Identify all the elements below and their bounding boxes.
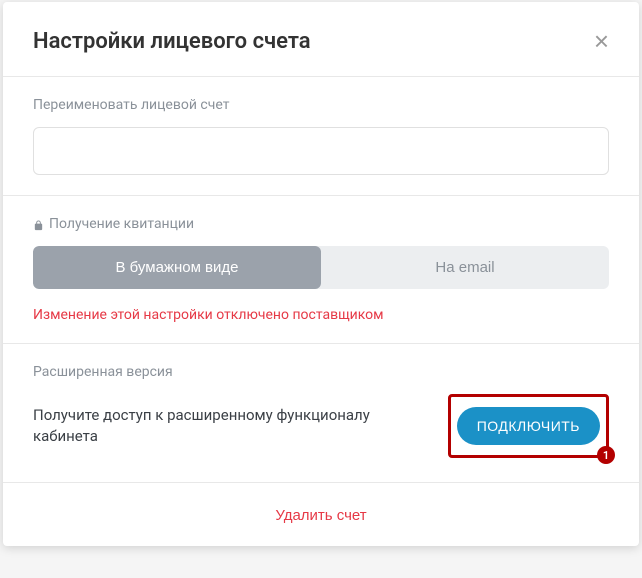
modal-title: Настройки лицевого счета bbox=[33, 29, 311, 54]
rename-label: Переименовать лицевой счет bbox=[33, 97, 609, 113]
account-settings-modal: Настройки лицевого счета × Переименовать… bbox=[3, 2, 639, 546]
receipt-toggle: В бумажном виде На email bbox=[33, 246, 609, 289]
lock-icon bbox=[33, 219, 43, 229]
extended-section: Расширенная версия Получите доступ к рас… bbox=[3, 343, 639, 482]
modal-header: Настройки лицевого счета × bbox=[3, 2, 639, 76]
close-button[interactable]: × bbox=[594, 28, 609, 54]
receipt-label: Получение квитанции bbox=[33, 216, 609, 232]
receipt-warning: Изменение этой настройки отключено поста… bbox=[33, 307, 609, 323]
receipt-section: Получение квитанции В бумажном виде На e… bbox=[3, 195, 639, 343]
delete-account-link[interactable]: Удалить счет bbox=[275, 507, 366, 524]
extended-description: Получите доступ к расширенному функциона… bbox=[33, 405, 432, 447]
rename-section: Переименовать лицевой счет bbox=[3, 76, 639, 195]
rename-input[interactable] bbox=[33, 127, 609, 175]
connect-highlight-box: ПОДКЛЮЧИТЬ 1 bbox=[448, 394, 609, 458]
close-icon: × bbox=[594, 26, 609, 56]
receipt-label-text: Получение квитанции bbox=[49, 216, 194, 232]
annotation-badge: 1 bbox=[597, 446, 615, 464]
extended-label: Расширенная версия bbox=[33, 364, 609, 380]
receipt-option-email[interactable]: На email bbox=[321, 246, 609, 289]
connect-button[interactable]: ПОДКЛЮЧИТЬ bbox=[457, 407, 600, 445]
delete-section: Удалить счет bbox=[3, 482, 639, 546]
extended-row: Получите доступ к расширенному функциона… bbox=[33, 394, 609, 458]
receipt-option-paper[interactable]: В бумажном виде bbox=[33, 246, 321, 289]
